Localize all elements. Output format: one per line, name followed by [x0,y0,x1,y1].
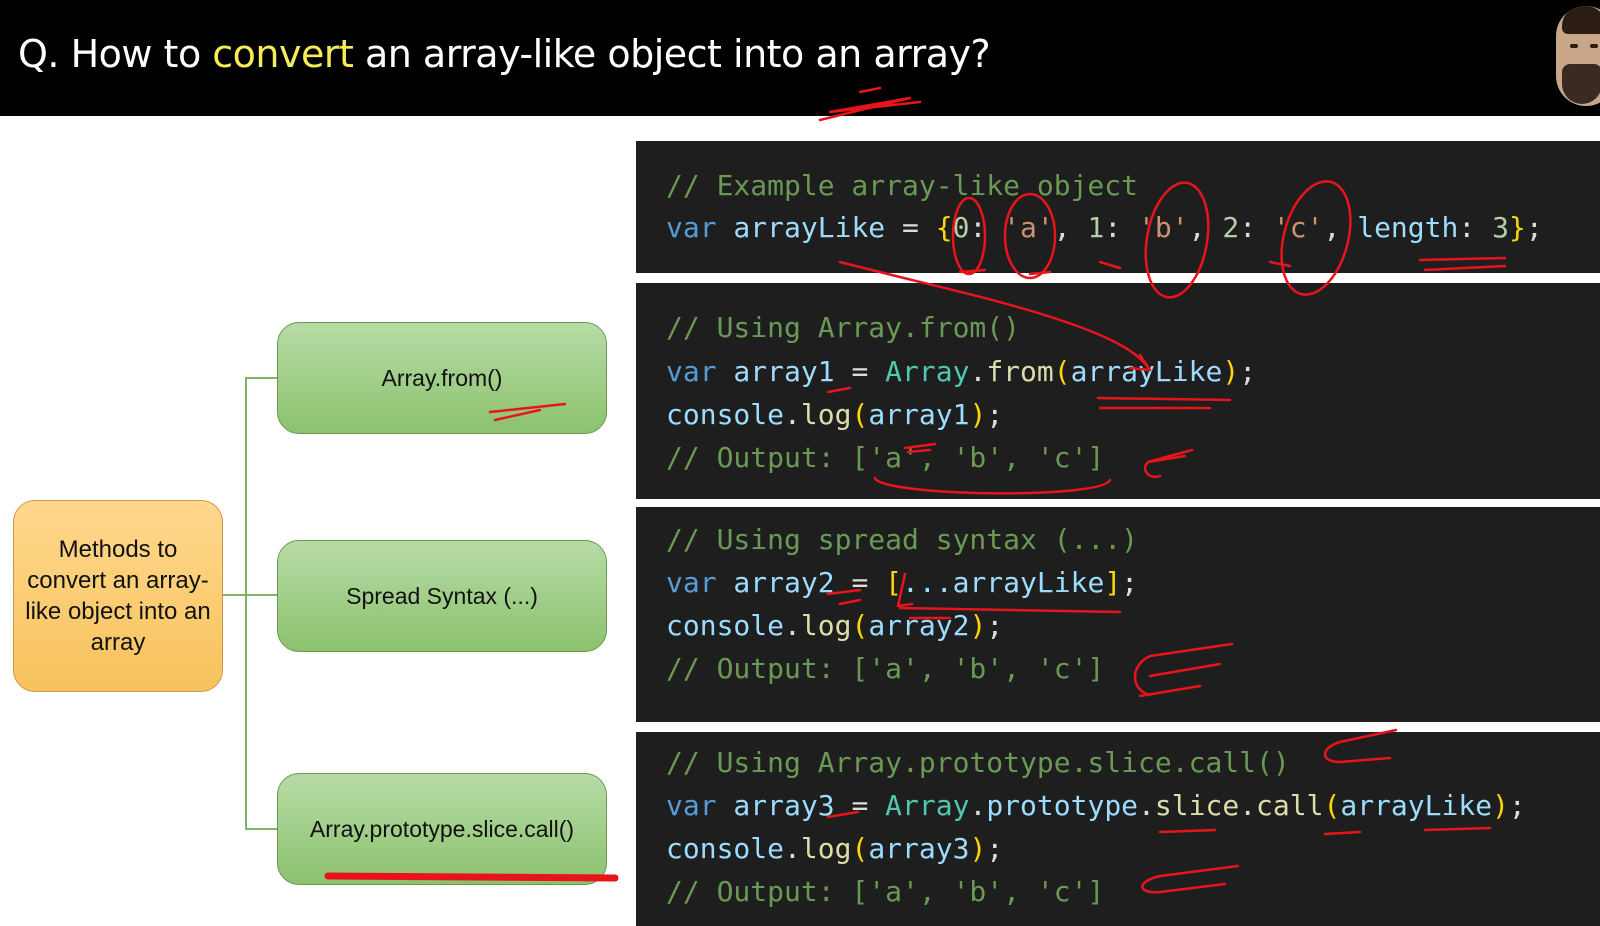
code-block-example: // Example array-like object var arrayLi… [636,141,1600,273]
code-comment: // Example array-like object [666,169,1139,202]
title-highlight: convert [212,32,354,76]
connector-spread [245,594,277,596]
presenter-avatar [1556,6,1600,106]
code-output-comment: // Output: ['a', 'b', 'c'] [666,652,1105,685]
code-line: var array2 = [...arrayLike]; [666,566,1139,599]
connector-root [222,594,247,596]
page-title: Q. How to convert an array-like object i… [18,32,991,76]
title-prefix: Q. How to [18,32,213,76]
title-suffix: an array-like object into an array? [353,32,991,76]
code-output-comment: // Output: ['a', 'b', 'c'] [666,875,1105,908]
code-comment: // Using Array.from() [666,311,1021,344]
code-block-array-from: // Using Array.from() var array1 = Array… [636,283,1600,499]
code-block-spread: // Using spread syntax (...) var array2 … [636,507,1600,722]
code-block-slice-call: // Using Array.prototype.slice.call() va… [636,732,1600,926]
header-bar: Q. How to convert an array-like object i… [0,0,1600,116]
method-node-slice-call: Array.prototype.slice.call() [277,773,607,885]
code-comment: // Using spread syntax (...) [666,523,1139,556]
root-node: Methods to convert an array-like object … [13,500,223,692]
connector-from [245,377,277,379]
code-line: var array3 = Array.prototype.slice.call(… [666,789,1526,822]
connector-slice [245,828,277,830]
code-output-comment: // Output: ['a', 'b', 'c'] [666,441,1105,474]
connector-trunk [245,377,247,829]
code-line: console.log(array3); [666,832,1004,865]
method-node-spread-syntax: Spread Syntax (...) [277,540,607,652]
code-line: console.log(array1); [666,398,1004,431]
method-node-array-from: Array.from() [277,322,607,434]
code-line: var arrayLike = {0: 'a', 1: 'b', 2: 'c',… [666,211,1543,244]
code-line: console.log(array2); [666,609,1004,642]
code-line: var array1 = Array.from(arrayLike); [666,355,1257,388]
code-comment: // Using Array.prototype.slice.call() [666,746,1290,779]
